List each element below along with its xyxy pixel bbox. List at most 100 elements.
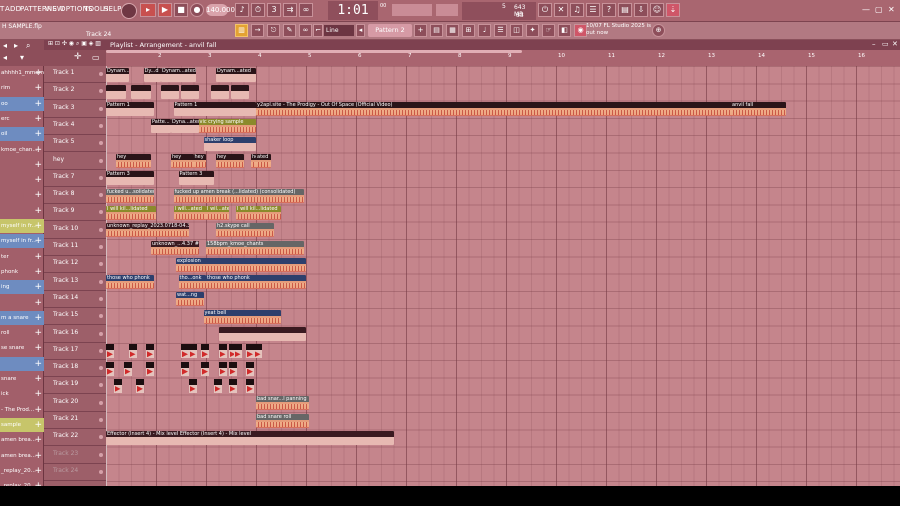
add-icon[interactable]: + <box>34 479 42 486</box>
browser-item[interactable]: + <box>0 173 44 187</box>
add-icon[interactable]: + <box>34 250 42 264</box>
add-icon[interactable]: + <box>34 326 42 340</box>
snap-icon[interactable]: ⌐ <box>313 24 323 37</box>
playlist-clip[interactable]: Dynam...ated <box>161 67 196 82</box>
playlist-clip[interactable]: unknown_...4.37 #2 <box>151 240 199 255</box>
playlist-clip[interactable] <box>218 327 306 341</box>
browser-item[interactable]: + <box>0 158 44 172</box>
playlist-clip[interactable]: Dynam...ated <box>216 67 256 82</box>
add-icon[interactable]: + <box>34 188 42 202</box>
browser-item[interactable]: ahhhh1_mmamp_0.m+ <box>0 66 44 80</box>
track-header[interactable]: Track 23 <box>44 447 106 464</box>
track-header[interactable]: Track 8 <box>44 187 106 205</box>
track-mute-icon[interactable] <box>99 348 103 353</box>
track-header[interactable]: Track 10 <box>44 222 106 239</box>
track-header[interactable]: Track 5 <box>44 135 106 153</box>
browser-item[interactable]: erc + <box>0 112 44 126</box>
track-mute-icon[interactable] <box>99 400 103 405</box>
track-header[interactable]: Track 21 <box>44 412 106 429</box>
playlist-grid[interactable]: Dynam...atedDy...dDynam...atedDynam...at… <box>106 66 900 486</box>
stop-button[interactable]: ■ <box>174 3 188 17</box>
add-icon[interactable]: + <box>34 372 42 386</box>
playlist-clip[interactable]: Dynam...ated <box>106 67 129 82</box>
snap-magnet-icon[interactable]: ▥ <box>235 24 248 37</box>
track-header[interactable]: Track 16 <box>44 326 106 343</box>
track-header[interactable]: Track 20 <box>44 395 106 412</box>
playlist-clip[interactable]: unknown_replay_2023.0718-04.37 <box>106 223 189 238</box>
channel-rack-icon[interactable]: ▦ <box>446 24 459 37</box>
track-header[interactable]: hey <box>44 153 106 170</box>
tempo-display[interactable]: 140.000 <box>206 4 235 16</box>
track-mute-icon[interactable] <box>99 435 103 440</box>
playlist-clip[interactable]: those who phonk <box>206 275 306 290</box>
snap-select[interactable]: Line <box>324 25 354 36</box>
playlist-maximize-icon[interactable]: ▭ <box>882 40 889 48</box>
add-icon[interactable]: + <box>34 204 42 218</box>
add-icon[interactable]: + <box>34 219 42 233</box>
drum-pattern-clip[interactable] <box>136 378 144 393</box>
playlist-clip[interactable]: shaker loop <box>203 136 256 151</box>
playlist-clip[interactable]: Pattern 1 <box>106 102 154 117</box>
playlist-clip[interactable]: fucked up amen break (...lidated) (conso… <box>173 188 304 203</box>
playlist-clip[interactable]: Pattern 1 <box>173 102 256 117</box>
browser-item[interactable]: se snare + <box>0 341 44 355</box>
menu-file[interactable]: T <box>0 5 4 13</box>
loop-record-icon[interactable]: ∞ <box>299 3 313 17</box>
browser-item[interactable]: _replay_20...+ <box>0 479 44 486</box>
drum-pattern-clip[interactable] <box>218 344 227 359</box>
add-icon[interactable]: + <box>34 280 42 294</box>
step-edit-icon[interactable]: ⇉ <box>283 3 297 17</box>
master-volume-knob[interactable] <box>121 3 137 19</box>
playlist-clip[interactable]: hey <box>216 154 244 168</box>
playlist-clip[interactable]: explosion <box>176 257 306 272</box>
track-mute-icon[interactable] <box>99 106 103 111</box>
close-icon[interactable]: ✕ <box>888 5 895 14</box>
drum-pattern-clip[interactable] <box>201 344 209 359</box>
track-mute-icon[interactable] <box>99 141 103 146</box>
track-mute-icon[interactable] <box>99 418 103 422</box>
render-icon[interactable]: ⇩ <box>634 3 648 17</box>
track-mute-icon[interactable] <box>99 123 103 128</box>
playlist-clip[interactable]: hey <box>116 154 151 168</box>
playlist-clip[interactable]: vic crying sample <box>198 119 256 134</box>
chat-icon[interactable]: ☺ <box>650 3 664 17</box>
playlist-clip[interactable]: Patte... <box>151 119 171 134</box>
drum-pattern-clip[interactable] <box>218 361 227 376</box>
add-icon[interactable]: + <box>34 173 42 187</box>
drum-pattern-clip[interactable] <box>233 344 242 359</box>
playlist-clip[interactable] <box>106 84 126 99</box>
track-mute-icon[interactable] <box>99 158 103 163</box>
track-mute-icon[interactable] <box>99 227 103 232</box>
track-header[interactable]: Track 19 <box>44 377 106 395</box>
add-icon[interactable]: + <box>34 296 42 310</box>
track-mute-icon[interactable] <box>99 296 103 301</box>
help-icon[interactable]: ? <box>602 3 616 17</box>
pattern-picker-icon[interactable]: ▭ <box>92 53 100 62</box>
pattern-mode-icon[interactable]: → <box>251 24 264 37</box>
track-mute-icon[interactable] <box>99 193 103 198</box>
minimize-icon[interactable]: — <box>862 5 870 14</box>
touch-icon[interactable]: ☞ <box>542 24 555 37</box>
track-mute-icon[interactable] <box>99 469 103 474</box>
playlist-clip[interactable] <box>211 84 229 99</box>
drum-pattern-clip[interactable] <box>246 378 254 393</box>
track-mute-icon[interactable] <box>99 279 103 284</box>
playlist-clip[interactable] <box>181 84 199 99</box>
add-icon[interactable]: + <box>34 158 42 172</box>
playlist-clip[interactable]: Dy...d <box>143 67 161 82</box>
add-icon[interactable]: + <box>34 449 42 463</box>
track-mute-icon[interactable] <box>99 452 103 457</box>
browser-item[interactable]: amen brea... + <box>0 433 44 447</box>
browser-menu-icon[interactable]: ▾ <box>20 53 24 62</box>
browser-item[interactable]: oil + <box>0 127 44 142</box>
track-mute-icon[interactable] <box>99 314 103 319</box>
drum-pattern-clip[interactable] <box>228 378 237 393</box>
browser-item[interactable]: kmoe_chan... + <box>0 143 44 157</box>
track-header[interactable]: Track 9 <box>44 204 106 222</box>
browser-item[interactable]: oo + <box>0 96 44 111</box>
add-icon[interactable]: + <box>34 97 42 111</box>
pattern-selector[interactable]: Pattern 2 <box>368 24 412 37</box>
playlist-clip[interactable]: hey <box>171 154 194 168</box>
slip-icon[interactable]: ⎋ <box>267 24 280 37</box>
drum-pattern-clip[interactable] <box>146 361 154 376</box>
